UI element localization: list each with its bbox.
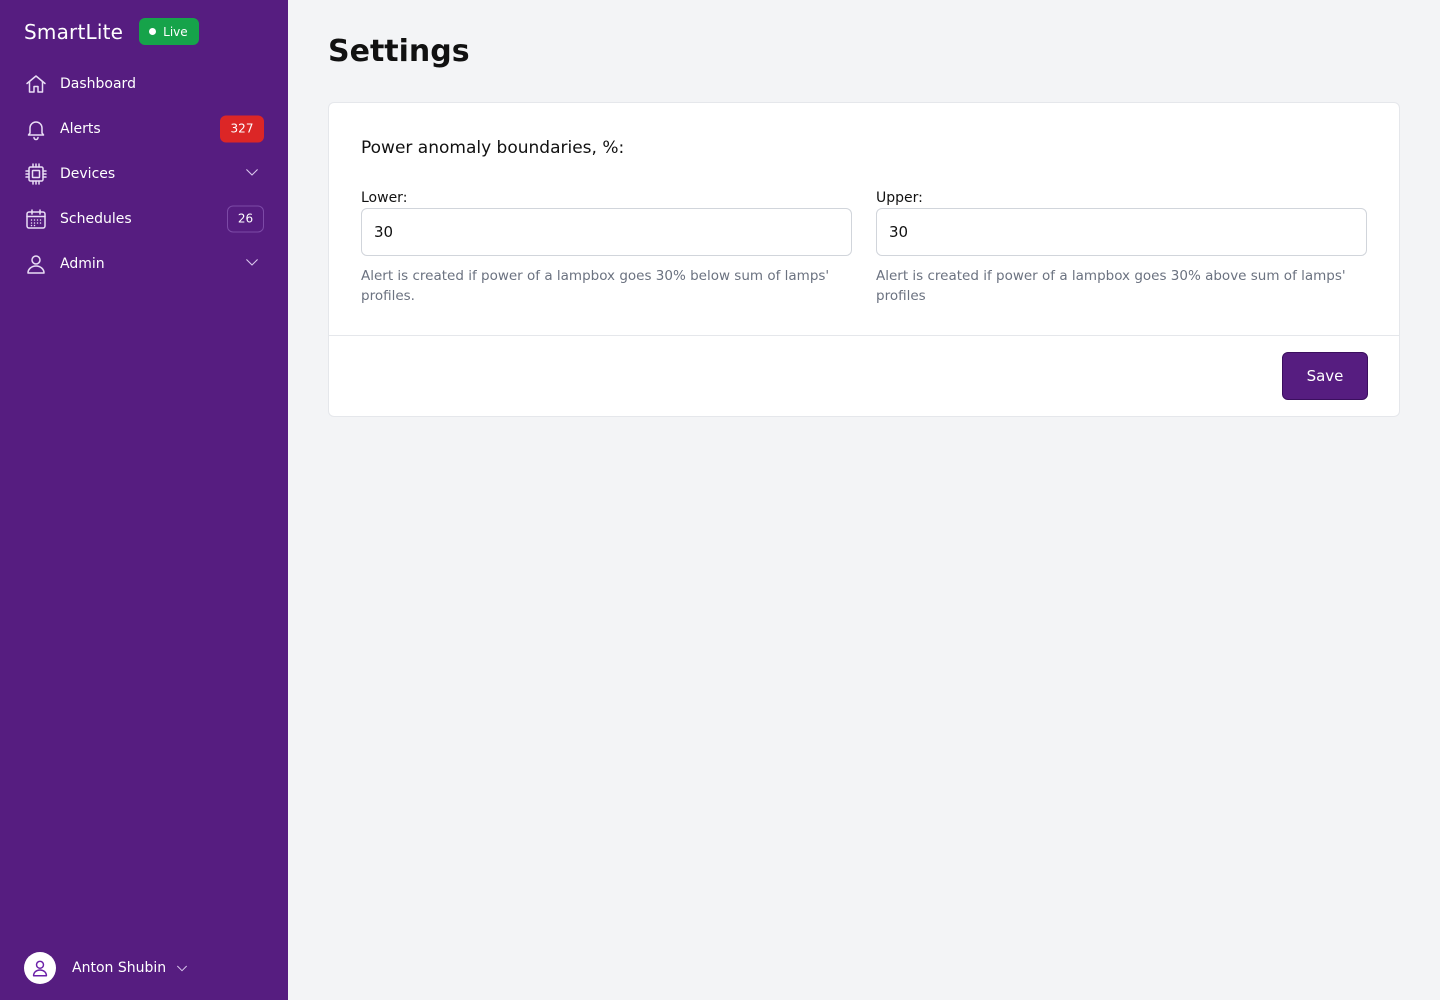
lower-boundary-field: Lower: Alert is created if power of a la… <box>361 189 852 306</box>
schedules-count-badge: 26 <box>227 205 264 232</box>
user-icon <box>24 252 48 276</box>
sidebar-item-devices[interactable]: Devices <box>24 151 264 196</box>
sidebar-nav: Dashboard Alerts 327 Devices Schedules 2… <box>24 61 264 286</box>
sidebar-item-admin[interactable]: Admin <box>24 241 264 286</box>
chevron-down-icon <box>166 956 190 980</box>
section-title: Power anomaly boundaries, %: <box>361 138 625 158</box>
alerts-count-badge: 327 <box>220 115 264 142</box>
upper-boundary-field: Upper: Alert is created if power of a la… <box>876 189 1367 306</box>
live-status-badge: Live <box>139 18 199 45</box>
sidebar-item-schedules[interactable]: Schedules 26 <box>24 196 264 241</box>
upper-boundary-help: Alert is created if power of a lampbox g… <box>876 268 1346 304</box>
live-dot-icon <box>149 28 157 35</box>
save-button[interactable]: Save <box>1282 352 1368 400</box>
lower-boundary-help: Alert is created if power of a lampbox g… <box>361 268 830 304</box>
sidebar-item-label: Alerts <box>60 120 101 137</box>
bell-icon <box>24 117 48 141</box>
live-status-label: Live <box>163 24 188 39</box>
avatar <box>24 952 56 984</box>
sidebar-item-label: Dashboard <box>60 75 136 92</box>
upper-boundary-input[interactable] <box>876 208 1367 256</box>
sidebar-item-alerts[interactable]: Alerts 327 <box>24 106 264 151</box>
divider <box>329 335 1399 336</box>
upper-boundary-label: Upper: <box>876 190 923 206</box>
home-icon <box>24 72 48 96</box>
user-name: Anton Shubin <box>72 960 167 976</box>
calendar-icon <box>24 207 48 231</box>
chip-icon <box>24 162 48 186</box>
sidebar: SmartLite Live Dashboard Alerts 327 Devi… <box>0 0 288 1000</box>
sidebar-item-label: Admin <box>60 255 105 272</box>
app-name: SmartLite <box>24 19 124 44</box>
sidebar-item-label: Devices <box>60 165 116 182</box>
main-content: Settings Power anomaly boundaries, %: Lo… <box>288 0 1440 1000</box>
sidebar-item-label: Schedules <box>60 210 132 227</box>
chevron-down-icon[interactable] <box>243 163 264 185</box>
settings-card: Power anomaly boundaries, %: Lower: Aler… <box>328 102 1400 417</box>
page-title: Settings <box>328 34 470 69</box>
lower-boundary-label: Lower: <box>361 190 408 206</box>
sidebar-item-dashboard[interactable]: Dashboard <box>24 61 264 106</box>
brand: SmartLite Live <box>24 18 199 45</box>
lower-boundary-input[interactable] <box>361 208 852 256</box>
chevron-down-icon[interactable] <box>243 253 264 275</box>
user-avatar-icon <box>32 960 48 977</box>
user-menu[interactable]: Anton Shubin <box>24 952 190 984</box>
